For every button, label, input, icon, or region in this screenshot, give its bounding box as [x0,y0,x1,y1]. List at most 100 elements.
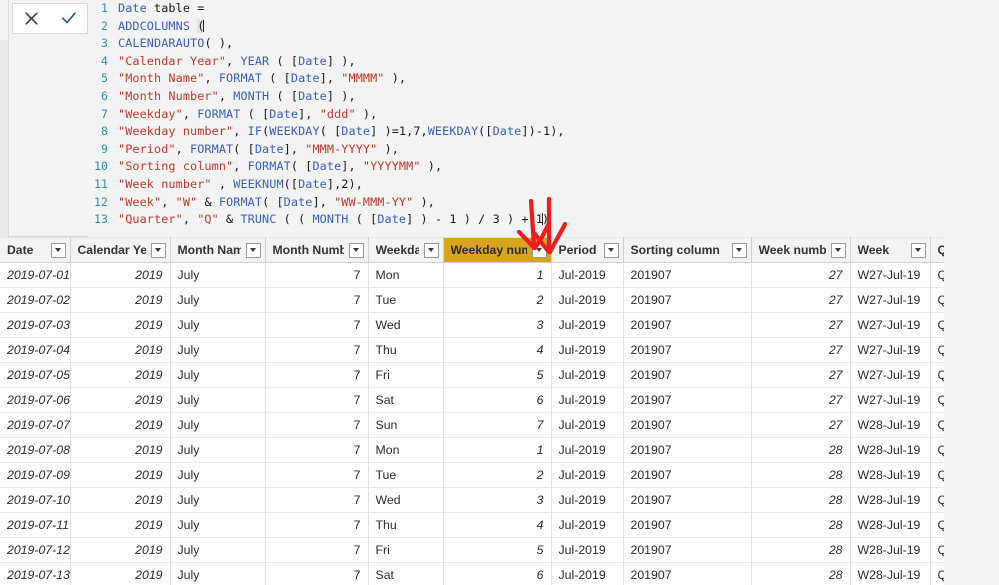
table-row[interactable]: 2019-07-05 2019 July 7 Fri 5 Jul-2019 201907 27 W… [0,362,999,388]
table-row[interactable]: 2019-07-04 2019 July 7 Thu 4 Jul-2019 201907 27 W… [0,337,999,363]
cell-period[interactable]: Jul-2019 [551,462,624,488]
cell-week[interactable]: W28-Jul-19 [850,562,931,585]
cell-date[interactable]: 2019-07-09 [0,462,71,488]
cell-week-number[interactable]: 27 [751,312,851,338]
cell-week-number[interactable]: 27 [751,287,851,313]
cell-period[interactable]: Jul-2019 [551,537,624,563]
cell-month-name[interactable]: July [170,487,266,513]
cell-week-number[interactable]: 28 [751,462,851,488]
cell-sorting-column[interactable]: 201907 [623,562,752,585]
cell-calendar-year[interactable]: 2019 [70,362,171,388]
cell-month-name[interactable]: July [170,462,266,488]
column-header-month-number[interactable]: Month Number [265,237,369,263]
cell-date[interactable]: 2019-07-08 [0,437,71,463]
cell-week[interactable]: W28-Jul-19 [850,512,931,538]
cell-week[interactable]: W28-Jul-19 [850,412,931,438]
filter-dropdown-weekday[interactable] [423,242,439,258]
cell-calendar-year[interactable]: 2019 [70,337,171,363]
table-row[interactable]: 2019-07-08 2019 July 7 Mon 1 Jul-2019 201907 28 W… [0,437,999,463]
cell-weekday[interactable]: Sat [368,562,444,585]
cell-month-number[interactable]: 7 [265,287,369,313]
dax-code-editor[interactable]: 1 Date table = 2 ADDCOLUMNS (3 CALENDARAUTO(… [88,0,999,237]
cell-weekday[interactable]: Fri [368,537,444,563]
cell-month-number[interactable]: 7 [265,487,369,513]
cell-week[interactable]: W27-Jul-19 [850,387,931,413]
cell-sorting-column[interactable]: 201907 [623,462,752,488]
cell-date[interactable]: 2019-07-03 [0,312,71,338]
cell-calendar-year[interactable]: 2019 [70,512,171,538]
cell-month-number[interactable]: 7 [265,462,369,488]
cell-month-name[interactable]: July [170,337,266,363]
cell-period[interactable]: Jul-2019 [551,562,624,585]
cell-weekday-number[interactable]: 3 [443,312,552,338]
cell-date[interactable]: 2019-07-04 [0,337,71,363]
table-row[interactable]: 2019-07-01 2019 July 7 Mon 1 Jul-2019 201907 27 W… [0,262,999,288]
cell-date[interactable]: 2019-07-13 [0,562,71,585]
cell-sorting-column[interactable]: 201907 [623,412,752,438]
cancel-formula-button[interactable] [13,4,50,33]
cell-calendar-year[interactable]: 2019 [70,387,171,413]
cell-month-number[interactable]: 7 [265,262,369,288]
table-row[interactable]: 2019-07-02 2019 July 7 Tue 2 Jul-2019 201907 27 W… [0,287,999,313]
table-row[interactable]: 2019-07-03 2019 July 7 Wed 3 Jul-2019 201907 27 W… [0,312,999,338]
cell-week-number[interactable]: 27 [751,362,851,388]
cell-week-number[interactable]: 28 [751,437,851,463]
data-preview-grid[interactable]: Date Calendar Year Month Name Month Number W… [0,237,999,585]
cell-month-name[interactable]: July [170,412,266,438]
column-header-date[interactable]: Date [0,237,71,263]
filter-dropdown-calendar-year[interactable] [150,242,166,258]
cell-month-name[interactable]: July [170,262,266,288]
cell-week-number[interactable]: 27 [751,262,851,288]
filter-dropdown-weekday-number[interactable] [531,242,547,258]
cell-week[interactable]: W27-Jul-19 [850,312,931,338]
cell-date[interactable]: 2019-07-02 [0,287,71,313]
cell-month-number[interactable]: 7 [265,437,369,463]
cell-week[interactable]: W28-Jul-19 [850,437,931,463]
column-header-weekday-number[interactable]: Weekday number [443,237,552,263]
cell-weekday-number[interactable]: 4 [443,337,552,363]
cell-weekday[interactable]: Tue [368,287,444,313]
filter-dropdown-sorting-column[interactable] [731,242,747,258]
cell-weekday-number[interactable]: 5 [443,362,552,388]
cell-weekday-number[interactable]: 1 [443,437,552,463]
filter-dropdown-month-name[interactable] [245,242,261,258]
cell-calendar-year[interactable]: 2019 [70,312,171,338]
cell-period[interactable]: Jul-2019 [551,337,624,363]
table-row[interactable]: 2019-07-10 2019 July 7 Wed 3 Jul-2019 201907 28 W… [0,487,999,513]
cell-period[interactable]: Jul-2019 [551,262,624,288]
cell-weekday-number[interactable]: 1 [443,262,552,288]
column-header-week[interactable]: Week [850,237,931,263]
cell-month-name[interactable]: July [170,537,266,563]
cell-weekday[interactable]: Tue [368,462,444,488]
cell-month-name[interactable]: July [170,312,266,338]
cell-sorting-column[interactable]: 201907 [623,262,752,288]
cell-week-number[interactable]: 28 [751,512,851,538]
cell-sorting-column[interactable]: 201907 [623,312,752,338]
cell-calendar-year[interactable]: 2019 [70,487,171,513]
cell-weekday[interactable]: Wed [368,312,444,338]
cell-weekday-number[interactable]: 6 [443,562,552,585]
table-row[interactable]: 2019-07-07 2019 July 7 Sun 7 Jul-2019 201907 27 W… [0,412,999,438]
cell-month-name[interactable]: July [170,512,266,538]
cell-calendar-year[interactable]: 2019 [70,562,171,585]
column-header-weekday[interactable]: Weekday [368,237,444,263]
commit-formula-button[interactable] [50,4,87,33]
cell-week[interactable]: W27-Jul-19 [850,262,931,288]
cell-week[interactable]: W27-Jul-19 [850,287,931,313]
table-row[interactable]: 2019-07-09 2019 July 7 Tue 2 Jul-2019 201907 28 W… [0,462,999,488]
cell-weekday-number[interactable]: 4 [443,512,552,538]
cell-week[interactable]: W28-Jul-19 [850,537,931,563]
cell-calendar-year[interactable]: 2019 [70,287,171,313]
cell-sorting-column[interactable]: 201907 [623,537,752,563]
column-header-calendar-year[interactable]: Calendar Year [70,237,171,263]
cell-weekday-number[interactable]: 7 [443,412,552,438]
cell-month-name[interactable]: July [170,387,266,413]
cell-weekday[interactable]: Wed [368,487,444,513]
cell-weekday[interactable]: Thu [368,337,444,363]
cell-period[interactable]: Jul-2019 [551,387,624,413]
cell-date[interactable]: 2019-07-05 [0,362,71,388]
table-row[interactable]: 2019-07-12 2019 July 7 Fri 5 Jul-2019 201907 28 W… [0,537,999,563]
cell-sorting-column[interactable]: 201907 [623,337,752,363]
cell-week[interactable]: W27-Jul-19 [850,337,931,363]
cell-weekday[interactable]: Sun [368,412,444,438]
